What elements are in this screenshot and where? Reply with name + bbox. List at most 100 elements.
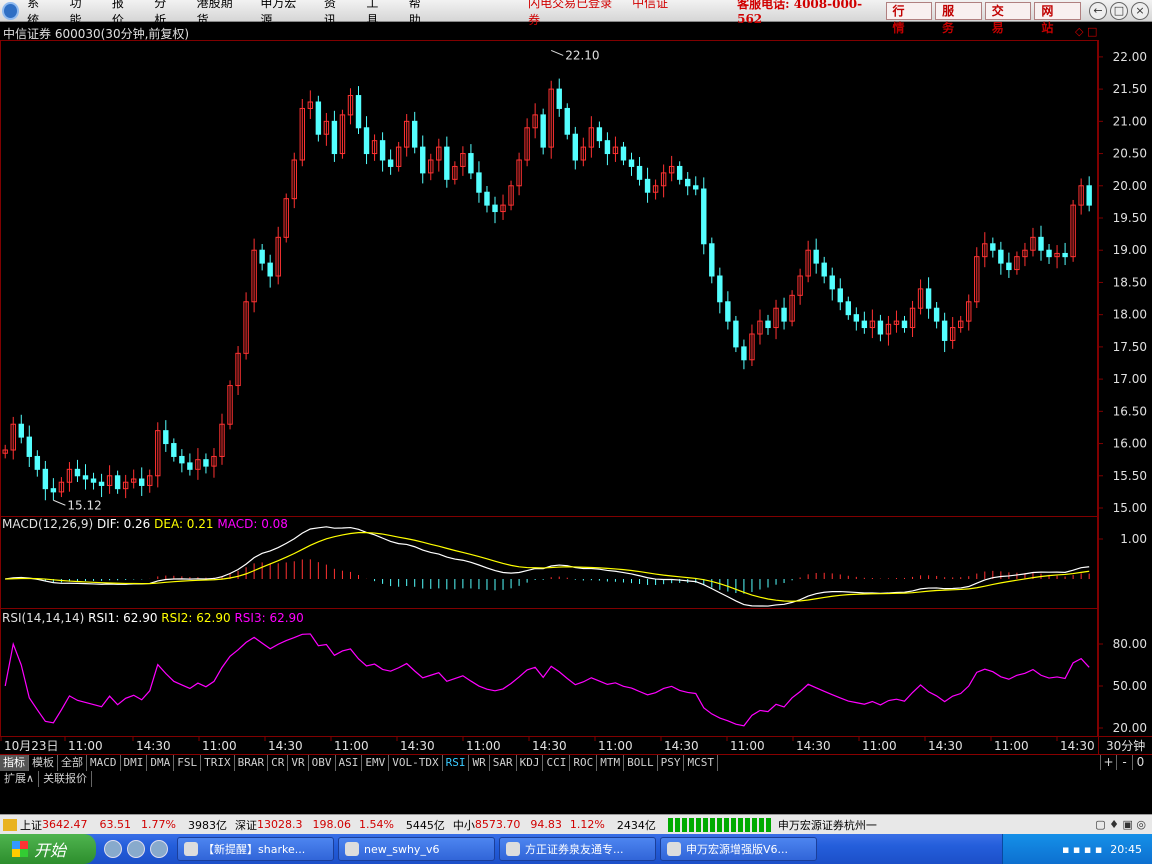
candle-body bbox=[644, 178, 651, 193]
price-axis-label: 21.50 bbox=[1113, 82, 1147, 96]
time-axis-label: 14:30 bbox=[664, 739, 699, 753]
tab-指标[interactable]: 指标 bbox=[0, 755, 29, 771]
candle-body bbox=[420, 146, 426, 174]
candle-body bbox=[34, 455, 41, 470]
browser-icon[interactable] bbox=[150, 840, 168, 858]
period-label: 30分钟 bbox=[1106, 738, 1145, 753]
sz-percent: 1.54% bbox=[358, 818, 394, 831]
tab-roc[interactable]: ROC bbox=[570, 755, 598, 771]
tab-trix[interactable]: TRIX bbox=[201, 755, 235, 771]
rsi3-value: RSI3: 62.90 bbox=[234, 611, 304, 625]
candle-body bbox=[163, 430, 169, 445]
rsi-label: RSI(14,14,14) bbox=[2, 611, 85, 625]
tab-kdj[interactable]: KDJ bbox=[517, 755, 544, 771]
price-axis-label: 19.00 bbox=[1113, 243, 1147, 257]
time-axis-label: 11:00 bbox=[730, 739, 765, 753]
price-axis-label: 16.00 bbox=[1113, 437, 1147, 451]
taskbar-item[interactable]: 【新提醒】sharke... bbox=[177, 837, 334, 861]
tab-rsi[interactable]: RSI bbox=[443, 755, 470, 771]
time-axis-label: 10月23日 bbox=[4, 739, 59, 753]
zoom-control[interactable]: - bbox=[1116, 755, 1132, 770]
tab-cr[interactable]: CR bbox=[268, 755, 289, 771]
macd-legend: MACD(12,26,9) DIF: 0.26 DEA: 0.21 MACD: … bbox=[2, 517, 288, 531]
sh-label: 上证 bbox=[20, 818, 42, 832]
candle-body bbox=[861, 320, 868, 329]
tab-mtm[interactable]: MTM bbox=[597, 755, 625, 771]
candle-body bbox=[540, 114, 546, 148]
tab-obv[interactable]: OBV bbox=[309, 755, 336, 771]
tab-emv[interactable]: EMV bbox=[362, 755, 390, 771]
ie-icon[interactable] bbox=[104, 840, 122, 858]
taskbar-item[interactable]: 申万宏源增强版V6... bbox=[660, 837, 817, 861]
tab-全部[interactable]: 全部 bbox=[58, 755, 87, 771]
tray-status-icons[interactable]: ▪ ▪ ▪ ▪ bbox=[1062, 843, 1102, 856]
indicator-tabs: 指标 模板 全部 MACD DMI DMA FSL TRIX BRAR CR VR OBV ASI EMV… bbox=[0, 754, 1152, 771]
tab-模板[interactable]: 模板 bbox=[29, 755, 58, 771]
tab-brar[interactable]: BRAR bbox=[235, 755, 269, 771]
macd-dif: DIF: 0.26 bbox=[96, 517, 151, 531]
tab-extra[interactable]: 扩展∧ bbox=[0, 771, 40, 787]
tray-icons[interactable]: ▢ ♦ ▣ ◎ bbox=[1095, 818, 1146, 831]
candle-body bbox=[941, 320, 948, 341]
candle-body bbox=[693, 185, 699, 190]
tab-vr[interactable]: VR bbox=[288, 755, 309, 771]
start-label: 开始 bbox=[34, 841, 67, 860]
candle-body bbox=[355, 95, 362, 129]
candle-body bbox=[564, 107, 570, 135]
rsi-legend: RSI(14,14,14) RSI1: 62.90 RSI2: 62.90 RS… bbox=[2, 611, 304, 625]
sh-percent: 1.77% bbox=[141, 818, 176, 831]
time-axis-label: 14:30 bbox=[400, 739, 435, 753]
candle-body bbox=[620, 146, 627, 161]
taskbar-item[interactable]: 方正证券泉友通专... bbox=[499, 837, 656, 861]
candle-body bbox=[484, 191, 490, 206]
taskbar-item[interactable]: new_swhy_v6 bbox=[338, 837, 495, 861]
candle-body bbox=[82, 475, 89, 480]
tab-extra[interactable]: 关联报价 bbox=[39, 771, 93, 787]
price-axis-label: 17.00 bbox=[1113, 372, 1147, 386]
zoom-control[interactable]: + bbox=[1100, 755, 1116, 770]
candle-body bbox=[901, 320, 908, 329]
media-icon[interactable] bbox=[127, 840, 145, 858]
candle-body bbox=[179, 455, 185, 464]
candle-body bbox=[556, 88, 562, 109]
sz-change: 198.06 bbox=[312, 818, 351, 831]
tab-mcst[interactable]: MCST bbox=[684, 755, 718, 771]
tab-dmi[interactable]: DMI bbox=[121, 755, 148, 771]
candle-body bbox=[259, 249, 265, 264]
candle-body bbox=[717, 275, 723, 303]
time-axis-label: 11:00 bbox=[334, 739, 369, 753]
candle-body bbox=[572, 133, 579, 161]
time-axis-label: 14:30 bbox=[1060, 739, 1095, 753]
tab-wr[interactable]: WR bbox=[469, 755, 490, 771]
time-axis-label: 11:00 bbox=[598, 739, 633, 753]
tab-asi[interactable]: ASI bbox=[336, 755, 363, 771]
tab-dma[interactable]: DMA bbox=[147, 755, 175, 771]
candle-body bbox=[701, 188, 707, 245]
kline-chart[interactable]: 22.00 21.50 21.00 20.50 20.00 19.50 19.00 18.50… bbox=[0, 0, 1152, 754]
tab-macd[interactable]: MACD bbox=[87, 755, 121, 771]
candle-body bbox=[821, 262, 827, 277]
candle-body bbox=[933, 307, 940, 322]
start-button[interactable]: 开始 bbox=[0, 834, 96, 864]
tab-psy[interactable]: PSY bbox=[658, 755, 685, 771]
tab-fsl[interactable]: FSL bbox=[174, 755, 202, 771]
zoom-control[interactable]: 0 bbox=[1132, 755, 1148, 770]
candle-body bbox=[990, 243, 996, 251]
zx-label: 中小 bbox=[452, 818, 475, 832]
candle-body bbox=[837, 288, 843, 303]
window-icon bbox=[184, 842, 198, 856]
tab-boll[interactable]: BOLL bbox=[624, 755, 658, 771]
folder-icon[interactable] bbox=[3, 818, 17, 831]
tab-sar[interactable]: SAR bbox=[490, 755, 517, 771]
candle-body bbox=[387, 159, 394, 167]
tab-cci[interactable]: CCI bbox=[543, 755, 571, 771]
tab-vol-tdx[interactable]: VOL-TDX bbox=[389, 755, 443, 771]
sz-amount: 5445亿 bbox=[405, 818, 445, 832]
price-axis-label: 20.00 bbox=[1113, 179, 1147, 193]
candle-body bbox=[781, 307, 787, 322]
taskbar-item-label: new_swhy_v6 bbox=[364, 842, 440, 856]
system-tray: ▪ ▪ ▪ ▪ 20:45 bbox=[1002, 834, 1152, 864]
candle-body bbox=[1086, 185, 1092, 206]
quick-launch bbox=[104, 840, 173, 858]
high-label: 22.10 bbox=[565, 48, 599, 62]
